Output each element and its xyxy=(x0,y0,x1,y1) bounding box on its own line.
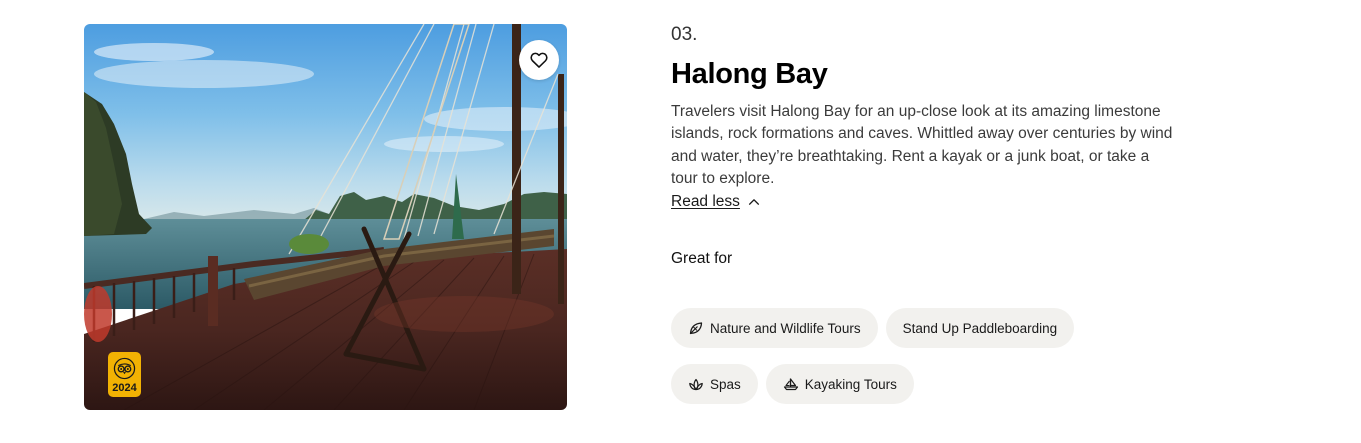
save-favorite-button[interactable] xyxy=(519,40,559,80)
great-for-heading: Great for xyxy=(671,250,733,268)
halong-bay-photo xyxy=(84,24,567,410)
lotus-icon xyxy=(689,378,703,391)
chevron-up-icon xyxy=(748,199,760,206)
attraction-details: 03. Halong Bay Travelers visit Halong Ba… xyxy=(671,24,1191,269)
read-less-button[interactable]: Read less xyxy=(671,191,761,213)
tag-kayaking-tours[interactable]: Kayaking Tours xyxy=(765,364,914,404)
award-year: 2024 xyxy=(112,382,137,394)
item-number: 03. xyxy=(671,24,698,45)
tag-label: Stand Up Paddleboarding xyxy=(902,320,1058,336)
heart-icon xyxy=(530,52,548,68)
attraction-title[interactable]: Halong Bay xyxy=(671,57,1191,91)
boat-icon xyxy=(783,378,798,391)
tag-spas[interactable]: Spas xyxy=(671,364,758,404)
leaf-icon xyxy=(689,322,703,335)
tag-label: Kayaking Tours xyxy=(804,376,897,392)
great-for-tags: Nature and Wildlife Tours Stand Up Paddl… xyxy=(671,308,1271,420)
tag-label: Nature and Wildlife Tours xyxy=(710,320,861,336)
travelers-choice-award-badge: 2024 xyxy=(108,352,141,397)
tag-row: Spas Kayaking Tours xyxy=(671,364,1271,404)
attraction-photo[interactable]: 2024 xyxy=(84,24,567,410)
tag-stand-up-paddleboarding[interactable]: Stand Up Paddleboarding xyxy=(885,308,1075,348)
read-less-label: Read less xyxy=(671,193,740,211)
tag-label: Spas xyxy=(710,376,741,392)
tag-nature-and-wildlife-tours[interactable]: Nature and Wildlife Tours xyxy=(671,308,878,348)
owl-award-icon xyxy=(113,357,136,380)
tag-row: Nature and Wildlife Tours Stand Up Paddl… xyxy=(671,308,1271,348)
attraction-description: Travelers visit Halong Bay for an up-clo… xyxy=(671,103,1173,187)
